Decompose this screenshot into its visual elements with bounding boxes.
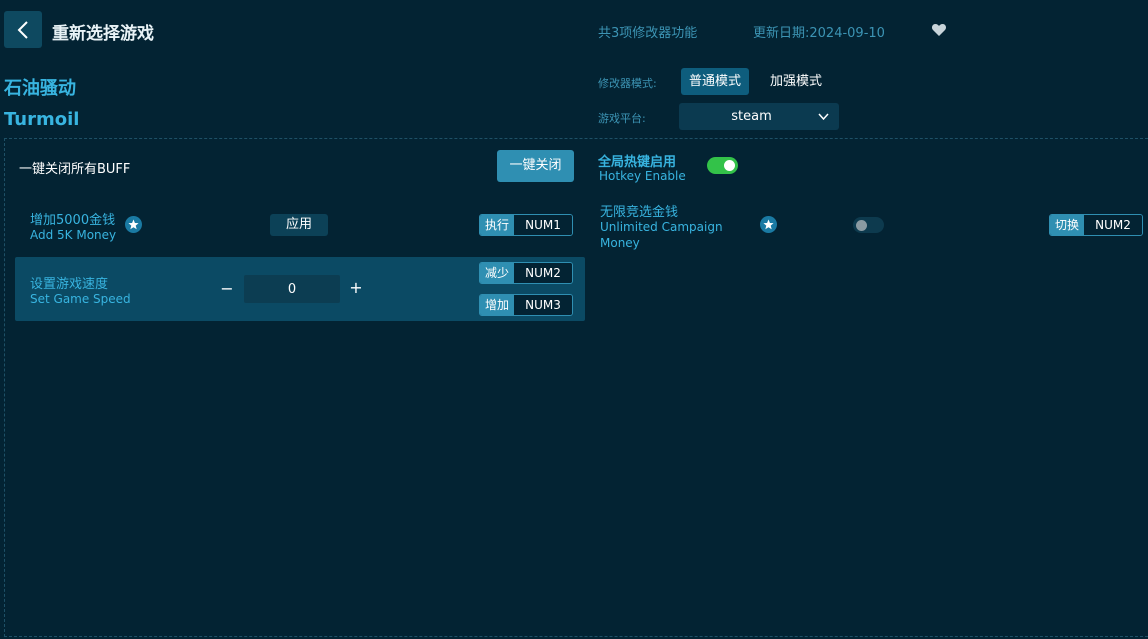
hotkey-key: NUM1 [514, 215, 573, 235]
star-icon[interactable] [760, 216, 777, 233]
chevron-down-icon [818, 113, 829, 120]
close-all-label: 一键关闭所有BUFF [19, 162, 131, 177]
back-button[interactable] [4, 11, 42, 48]
campaign-money-toggle[interactable] [853, 217, 884, 233]
hotkey-tag: 增加 [480, 295, 515, 315]
increase-button[interactable]: + [348, 280, 364, 296]
hotkey-label: 全局热键启用 [598, 155, 677, 170]
feature-count: 共3项修改器功能 [598, 26, 698, 41]
platform-select[interactable]: steam [679, 103, 839, 130]
close-all-button[interactable]: 一键关闭 [497, 150, 574, 182]
hotkey-increase[interactable]: 增加 NUM3 [479, 294, 574, 316]
hotkey-key: NUM3 [514, 295, 573, 315]
cheat-panel [4, 138, 1148, 637]
hotkey-toggle[interactable] [707, 157, 738, 174]
page-title: 重新选择游戏 [52, 24, 154, 44]
option-campaign-money-label: 无限竞选金钱 [600, 205, 679, 220]
option-game-speed-sublabel: Set Game Speed [30, 292, 131, 306]
platform-label: 游戏平台: [598, 112, 646, 125]
decrease-button[interactable]: − [219, 281, 235, 297]
mode-normal-button[interactable]: 普通模式 [681, 68, 750, 95]
hotkey-toggle-key[interactable]: 切换 NUM2 [1049, 214, 1144, 236]
game-name-en: Turmoil [4, 109, 80, 130]
hotkey-decrease[interactable]: 减少 NUM2 [479, 262, 574, 284]
apply-button[interactable]: 应用 [270, 214, 328, 236]
hotkey-tag: 切换 [1050, 215, 1085, 235]
mode-enhanced-button[interactable]: 加强模式 [762, 68, 830, 95]
hotkey-execute[interactable]: 执行 NUM1 [479, 214, 574, 236]
option-add-money-label: 增加5000金钱 [30, 213, 116, 228]
option-campaign-money-sublabel: Unlimited Campaign [600, 220, 723, 234]
option-game-speed-label: 设置游戏速度 [30, 277, 109, 292]
star-icon[interactable] [125, 216, 142, 233]
heart-icon[interactable] [931, 22, 947, 38]
platform-value: steam [731, 109, 772, 124]
option-add-money-sublabel: Add 5K Money [30, 228, 117, 242]
hotkey-tag: 减少 [480, 263, 515, 283]
hotkey-key: NUM2 [514, 263, 573, 283]
hotkey-sublabel: Hotkey Enable [599, 169, 686, 183]
game-name-cn: 石油骚动 [4, 78, 76, 99]
chevron-left-icon [17, 20, 28, 39]
update-date: 更新日期:2024-09-10 [753, 26, 885, 41]
game-speed-input[interactable] [244, 275, 340, 303]
option-campaign-money-sublabel-2: Money [600, 236, 640, 250]
hotkey-key: NUM2 [1084, 215, 1143, 235]
mode-label: 修改器模式: [598, 77, 657, 90]
hotkey-tag: 执行 [480, 215, 515, 235]
